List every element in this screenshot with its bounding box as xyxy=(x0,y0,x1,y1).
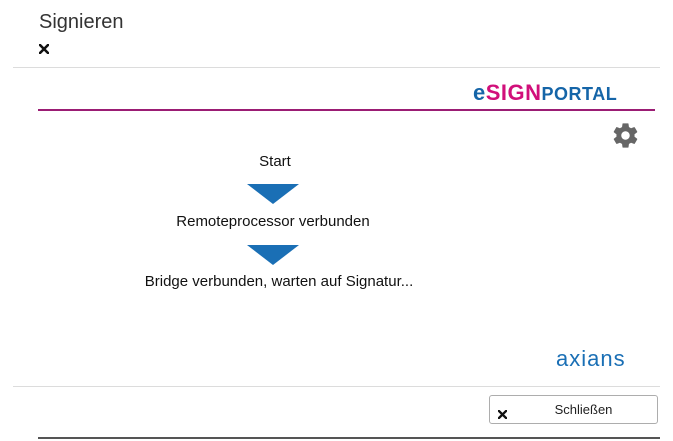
step-bridge: Bridge verbunden, warten auf Signatur... xyxy=(144,273,414,290)
logo-e: e xyxy=(473,80,486,105)
close-button[interactable]: Schließen xyxy=(489,395,658,424)
triangle-down-icon xyxy=(247,184,299,204)
dialog-header: Signieren xyxy=(0,0,673,67)
step-start: Start xyxy=(259,153,291,170)
logo-sign: SIGN xyxy=(485,80,542,105)
close-icon[interactable] xyxy=(39,44,49,54)
gear-icon[interactable] xyxy=(611,121,640,150)
logo-portal: PORTAL xyxy=(541,84,618,104)
close-button-label: Schließen xyxy=(554,402,613,417)
bottom-border xyxy=(38,437,660,439)
axians-logo: axians xyxy=(556,346,626,371)
esignportal-logo: eSIGNPORTAL xyxy=(473,80,617,106)
footer-divider xyxy=(13,386,660,387)
dialog-title: Signieren xyxy=(39,11,124,33)
step-remoteprocessor: Remoteprocessor verbunden xyxy=(176,213,370,230)
brand-divider xyxy=(38,109,655,111)
triangle-down-icon xyxy=(247,245,299,265)
header-divider xyxy=(13,67,660,68)
